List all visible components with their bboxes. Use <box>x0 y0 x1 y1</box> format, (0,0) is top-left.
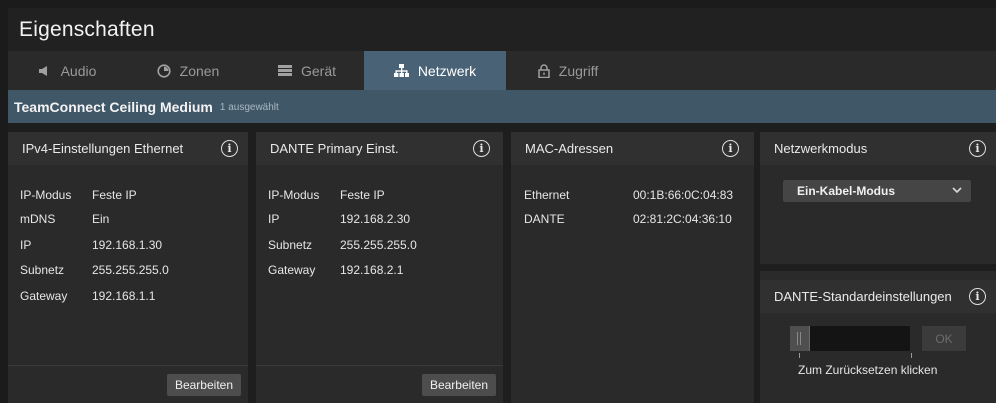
mac-panel: MAC-Adressen i Ethernet 00:1B:66:0C:04:8… <box>511 132 754 403</box>
slider-tick-start <box>799 353 800 358</box>
dante-value: Feste IP <box>340 188 385 202</box>
info-icon[interactable]: i <box>473 140 490 157</box>
lock-icon <box>538 63 550 78</box>
netmode-panel-header: Netzwerkmodus i <box>760 132 996 165</box>
dante-key: IP <box>268 212 280 226</box>
dante-primary-panel: DANTE Primary Einst. i IP-Modus Feste IP… <box>256 132 503 403</box>
dante-key: Gateway <box>268 263 316 277</box>
info-icon[interactable]: i <box>969 288 986 305</box>
selection-count: 1 ausgewählt <box>219 102 279 113</box>
tab-netzwerk-label: Netzwerk <box>417 62 477 79</box>
mac-panel-title: MAC-Adressen <box>525 141 614 156</box>
mac-panel-header: MAC-Adressen i <box>511 132 754 165</box>
dante-value: 192.168.2.30 <box>340 212 411 226</box>
zones-icon <box>157 63 171 78</box>
info-icon[interactable]: i <box>722 140 739 157</box>
dante-reset-header: DANTE-Standardeinstellungen i <box>760 280 996 313</box>
tab-geraet[interactable]: Gerät <box>250 51 364 90</box>
ipv4-value: Feste IP <box>92 188 137 202</box>
title-bar: Eigenschaften <box>8 8 996 51</box>
tab-zugriff[interactable]: Zugriff <box>506 51 630 90</box>
dante-value: 255.255.255.0 <box>340 238 417 252</box>
dante-panel-footer: Bearbeiten <box>256 365 503 403</box>
tab-bar: Audio Zonen Gerät Netzwerk Zugriff <box>8 51 996 90</box>
dante-panel-title: DANTE Primary Einst. <box>270 141 399 156</box>
network-icon <box>393 64 409 77</box>
reset-slider-track[interactable] <box>790 326 910 351</box>
selection-bar: TeamConnect Ceiling Medium 1 ausgewählt <box>8 90 996 123</box>
network-mode-value: Ein-Kabel-Modus <box>797 184 895 198</box>
tab-zugriff-label: Zugriff <box>558 62 599 79</box>
device-icon <box>277 65 292 76</box>
reset-hint: Zum Zurücksetzen klicken <box>798 363 938 377</box>
ipv4-panel-footer: Bearbeiten <box>8 365 248 403</box>
dante-value: 192.168.2.1 <box>340 263 404 277</box>
ipv4-panel: IPv4-Einstellungen Ethernet i IP-Modus F… <box>8 132 248 403</box>
dante-edit-button[interactable]: Bearbeiten <box>421 374 496 396</box>
dante-panel-header: DANTE Primary Einst. i <box>256 132 503 165</box>
mac-key: DANTE <box>524 212 565 226</box>
ipv4-key: IP-Modus <box>20 188 72 202</box>
ipv4-edit-button[interactable]: Bearbeiten <box>166 374 241 396</box>
tab-zonen-label: Zonen <box>179 62 220 79</box>
tab-netzwerk[interactable]: Netzwerk <box>364 51 506 90</box>
properties-window: Eigenschaften Audio Zonen Gerät Netzwerk… <box>8 8 996 403</box>
ipv4-value: 255.255.255.0 <box>92 263 169 277</box>
reset-slider-handle[interactable] <box>790 326 810 351</box>
ipv4-key: mDNS <box>20 212 56 226</box>
dante-reset-title: DANTE-Standardeinstellungen <box>774 289 952 304</box>
speaker-icon <box>38 65 47 76</box>
chevron-down-icon <box>952 187 962 194</box>
tab-audio[interactable]: Audio <box>8 51 126 90</box>
mac-key: Ethernet <box>524 188 570 202</box>
network-mode-select[interactable]: Ein-Kabel-Modus <box>783 180 971 202</box>
dante-reset-panel: DANTE-Standardeinstellungen i OK Zum Zur… <box>760 271 996 403</box>
ipv4-value: 192.168.1.30 <box>92 238 163 252</box>
ipv4-value: 192.168.1.1 <box>92 289 156 303</box>
dante-key: Subnetz <box>268 238 313 252</box>
device-name: TeamConnect Ceiling Medium <box>14 98 213 115</box>
ipv4-key: IP <box>20 238 32 252</box>
ipv4-key: Subnetz <box>20 263 65 277</box>
tab-zonen[interactable]: Zonen <box>126 51 250 90</box>
tab-geraet-label: Gerät <box>300 62 336 79</box>
window-title: Eigenschaften <box>19 18 155 41</box>
info-icon[interactable]: i <box>969 140 986 157</box>
ipv4-key: Gateway <box>20 289 68 303</box>
network-mode-panel: Netzwerkmodus i Ein-Kabel-Modus <box>760 132 996 264</box>
info-icon[interactable]: i <box>221 140 238 157</box>
ipv4-panel-title: IPv4-Einstellungen Ethernet <box>22 141 184 156</box>
ipv4-value: Ein <box>92 212 110 226</box>
tab-audio-label: Audio <box>60 62 97 79</box>
netmode-panel-title: Netzwerkmodus <box>774 141 868 156</box>
ok-button[interactable]: OK <box>922 326 966 351</box>
slider-tick-end <box>911 353 912 358</box>
mac-value: 00:1B:66:0C:04:83 <box>633 188 734 202</box>
dante-key: IP-Modus <box>268 188 320 202</box>
mac-value: 02:81:2C:04:36:10 <box>633 212 732 226</box>
ipv4-panel-header: IPv4-Einstellungen Ethernet i <box>8 132 248 165</box>
